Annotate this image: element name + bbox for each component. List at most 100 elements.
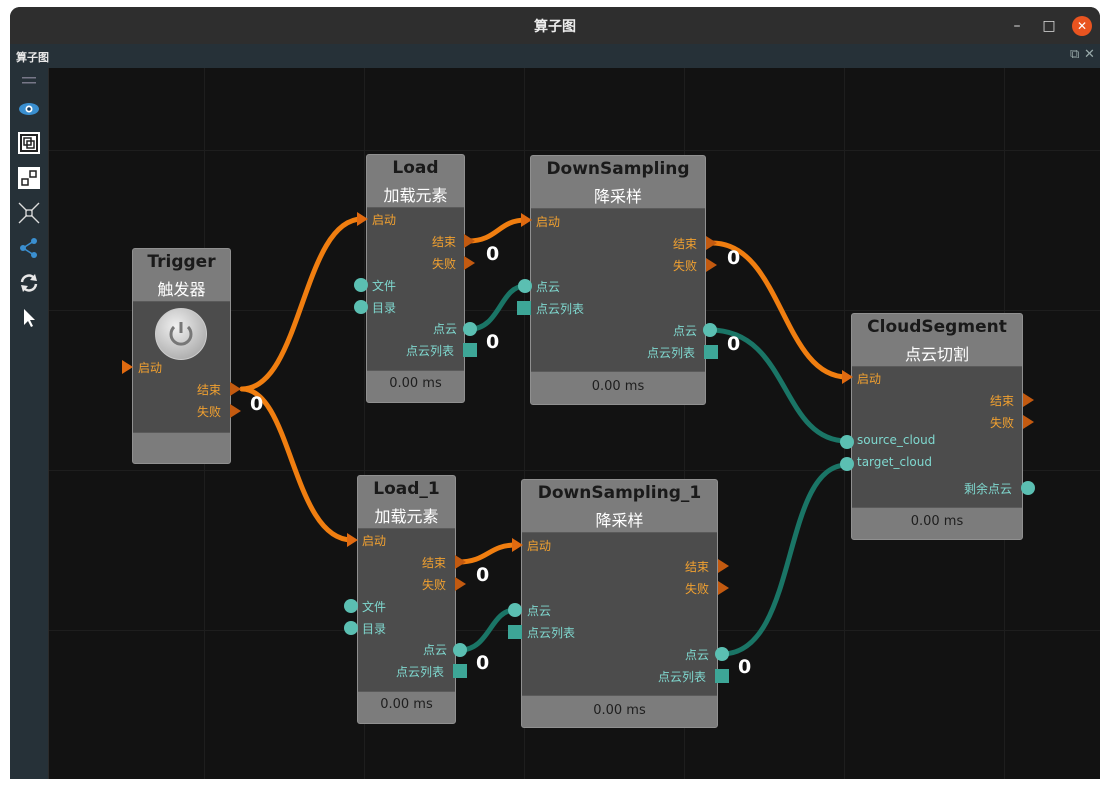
port-down-fail[interactable] (706, 258, 717, 272)
close-icon[interactable]: ✕ (1072, 16, 1092, 36)
port-load1-file[interactable] (344, 599, 358, 613)
port-label: 失败 (685, 582, 710, 596)
node-title: DownSampling_1 (537, 483, 702, 503)
port-down1-cloud-list-out[interactable] (715, 669, 729, 683)
port-label: 结束 (673, 237, 698, 251)
port-label: 目录 (362, 622, 387, 636)
node-subtitle: 加载元素 (383, 186, 448, 205)
count-badge: 0 (476, 564, 490, 586)
port-load-end[interactable] (464, 234, 475, 248)
float-icon[interactable]: ⧉ (1070, 47, 1079, 62)
port-load-cloud-list[interactable] (463, 343, 477, 357)
port-load1-fail[interactable] (455, 577, 466, 591)
refresh-icon[interactable] (18, 272, 40, 294)
elapsed-time: 0.00 ms (380, 697, 433, 712)
drag-handle-icon[interactable] (18, 70, 40, 92)
port-label: 点云列表 (658, 670, 707, 684)
elapsed-time: 0.00 ms (591, 379, 645, 394)
port-down-start[interactable] (521, 213, 532, 227)
port-down1-cloud-out[interactable] (715, 647, 729, 661)
count-badge: 0 (476, 652, 490, 674)
port-down1-fail[interactable] (718, 581, 729, 595)
port-label: 失败 (422, 578, 447, 592)
port-seg-end[interactable] (1023, 393, 1034, 407)
port-trigger-end[interactable] (230, 382, 241, 396)
port-label: target_cloud (857, 455, 932, 469)
count-badge: 0 (250, 393, 264, 415)
power-icon (165, 318, 197, 350)
port-label: 启动 (536, 215, 561, 229)
port-down-cloud-list-in[interactable] (517, 301, 531, 315)
port-trigger-fail[interactable] (230, 404, 241, 418)
pointer-icon[interactable] (18, 307, 40, 329)
dock-close-icon[interactable]: ✕ (1084, 47, 1095, 62)
port-label: 文件 (362, 600, 387, 614)
node-title: Trigger (147, 252, 216, 272)
count-badge: 0 (738, 656, 752, 678)
port-seg-target-cloud[interactable] (840, 457, 854, 471)
port-trigger-start[interactable] (122, 360, 133, 374)
count-badge: 0 (486, 331, 500, 353)
count-badge: 0 (727, 247, 741, 269)
power-button[interactable] (155, 308, 207, 360)
dock-title: 算子图 (16, 51, 49, 64)
port-seg-fail[interactable] (1023, 415, 1034, 429)
port-label: 点云 (423, 643, 448, 657)
port-load-fail[interactable] (464, 256, 475, 270)
tool-sidebar (10, 68, 48, 779)
node-trigger[interactable]: Trigger 触发器 (132, 248, 231, 464)
fit-view-icon[interactable] (18, 132, 40, 154)
arrange-icon[interactable] (18, 167, 40, 189)
port-label: 点云 (433, 322, 458, 336)
port-seg-remain-cloud[interactable] (1021, 481, 1035, 495)
node-title: Load_1 (373, 479, 440, 499)
port-down1-cloud-in[interactable] (508, 603, 522, 617)
port-label: 点云列表 (527, 626, 576, 640)
port-down-cloud-out[interactable] (703, 323, 717, 337)
port-label: 失败 (432, 257, 457, 271)
port-load1-start[interactable] (347, 533, 358, 547)
maximize-icon[interactable]: □ (1039, 16, 1059, 36)
minimize-icon[interactable]: – (1007, 16, 1027, 36)
node-subtitle: 点云切割 (904, 345, 969, 364)
dock-title-bar: 算子图 ⧉ ✕ (10, 44, 1100, 68)
port-label: 目录 (372, 301, 397, 315)
port-down1-end[interactable] (718, 559, 729, 573)
node-title: DownSampling (546, 159, 690, 179)
connect-icon[interactable] (18, 237, 40, 259)
count-badge: 0 (486, 243, 500, 265)
port-load-file[interactable] (354, 278, 368, 292)
port-down1-cloud-list-in[interactable] (508, 625, 522, 639)
port-label: source_cloud (857, 433, 936, 447)
port-load1-dir[interactable] (344, 621, 358, 635)
eye-icon[interactable] (18, 98, 40, 120)
port-down-cloud-in[interactable] (518, 279, 532, 293)
window-title: 算子图 (534, 19, 576, 35)
port-label: 启动 (362, 534, 387, 548)
node-subtitle: 加载元素 (374, 507, 439, 526)
port-seg-source-cloud[interactable] (840, 435, 854, 449)
node-subtitle: 降采样 (595, 511, 644, 530)
port-load1-cloud[interactable] (453, 643, 467, 657)
port-seg-start[interactable] (842, 370, 853, 384)
collapse-icon[interactable] (18, 202, 40, 224)
node-title: Load (392, 158, 439, 178)
port-load-dir[interactable] (354, 300, 368, 314)
port-down-end[interactable] (706, 236, 717, 250)
port-load1-end[interactable] (455, 555, 466, 569)
node-subtitle: 触发器 (157, 280, 206, 299)
node-title: CloudSegment (867, 317, 1007, 337)
port-load-start[interactable] (357, 212, 368, 226)
port-label: 失败 (197, 405, 222, 419)
port-load-cloud[interactable] (463, 322, 477, 336)
title-bar: 算子图 – □ ✕ (10, 7, 1100, 44)
port-down-cloud-list-out[interactable] (704, 345, 718, 359)
port-label: 启动 (372, 213, 397, 227)
port-label: 结束 (432, 235, 457, 249)
elapsed-time: 0.00 ms (910, 514, 964, 529)
port-label: 结束 (990, 394, 1015, 408)
port-load1-cloud-list[interactable] (453, 664, 467, 678)
port-label: 点云列表 (406, 344, 455, 358)
port-label: 失败 (673, 259, 698, 273)
port-down1-start[interactable] (512, 538, 523, 552)
